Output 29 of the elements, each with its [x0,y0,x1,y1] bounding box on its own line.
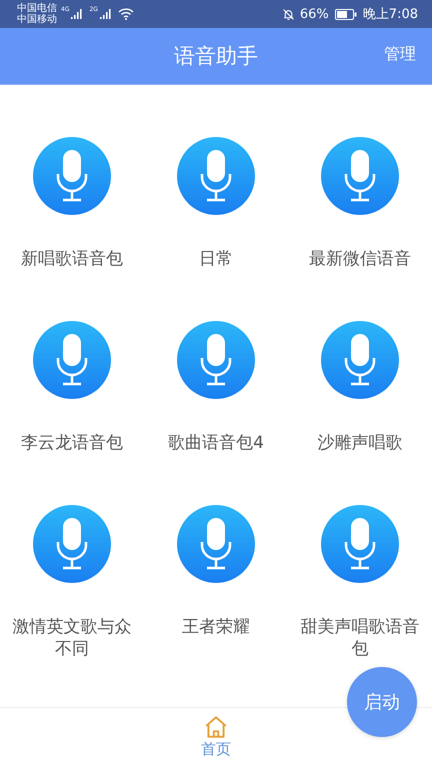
voice-pack-label[interactable]: 沙雕声唱歌 [295,432,425,454]
carrier-name: 中国电信 [17,3,57,14]
battery-percent: 66% [300,6,329,22]
signal-icon [100,9,112,19]
microphone-icon[interactable] [320,136,400,216]
battery-icon [334,8,357,20]
microphone-icon[interactable] [176,504,256,584]
signal-icon [71,9,84,19]
microphone-icon[interactable] [176,136,256,216]
voice-pack-label[interactable]: 王者荣耀 [151,616,281,638]
voice-pack-label[interactable]: 甜美声唱歌语音包 [295,616,425,660]
home-icon [203,714,229,740]
voice-pack-label[interactable]: 最新微信语音 [295,248,425,270]
voice-pack-label[interactable]: 歌曲语音包4 [151,432,281,454]
microphone-icon[interactable] [320,320,400,400]
voice-pack-label[interactable]: 李云龙语音包 [7,432,137,454]
microphone-icon[interactable] [32,504,112,584]
voice-pack-label[interactable]: 新唱歌语音包 [7,248,137,270]
microphone-icon[interactable] [320,504,400,584]
microphone-icon[interactable] [176,320,256,400]
page-title: 语音助手 [174,43,258,70]
microphone-icon[interactable] [32,320,112,400]
wifi-icon [118,8,134,20]
voice-pack-label[interactable]: 激情英文歌与众不同 [7,616,137,660]
carrier-name: 中国移动 [17,14,57,25]
microphone-icon[interactable] [32,136,112,216]
clock: 晚上7:08 [362,6,418,23]
voice-pack-label[interactable]: 日常 [151,248,281,270]
mute-icon [282,8,295,20]
